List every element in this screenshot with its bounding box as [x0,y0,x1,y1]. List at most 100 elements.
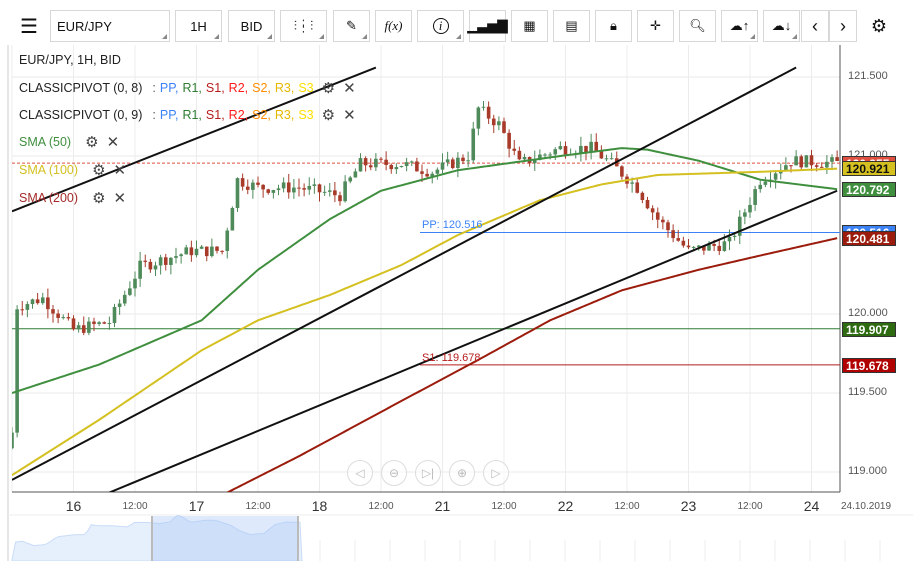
candle-body [543,154,547,156]
candle-body [676,238,681,241]
close-icon[interactable]: ✕ [343,79,356,97]
candle-body [640,192,645,201]
x-tick-label: 18 [311,498,328,514]
close-icon[interactable]: ✕ [114,161,127,179]
candle-body [379,158,383,160]
close-icon[interactable]: ✕ [107,133,120,151]
candle-body [276,188,281,191]
settings-icon[interactable]: ⚙ [322,106,335,124]
zoom-out-button[interactable]: ⊖ [381,460,407,486]
scroll-right-button[interactable]: ▷ [483,460,509,486]
candle-body [363,158,368,166]
candle-body [66,317,71,319]
x-tick-label: 21 [434,498,451,514]
settings-icon[interactable]: ⚙ [85,133,98,151]
settings-icon[interactable]: ⚙ [92,161,105,179]
y-tick-label: 119.500 [848,386,887,398]
candle-body [117,303,122,307]
candle-body [604,158,609,160]
candle-body [476,107,481,129]
candle-body [737,216,742,236]
candle-body [256,182,260,185]
pivot-part-PP: PP, [159,108,179,122]
pivot-part-R2: R2, [228,108,249,122]
pivot-legend-sep: : [152,108,156,122]
candle-body [486,106,491,119]
candle-body [374,158,378,168]
price-label: 119.678 [842,357,896,373]
candle-body [35,299,40,304]
x-tick-label: 16 [65,498,82,514]
candle-body [594,141,599,152]
skip-end-icon: ▷| [421,466,435,480]
candle-body [409,161,414,163]
candle-body [199,246,204,249]
sma-legend: SMA (50) ⚙ ✕ [19,133,119,151]
x-date-label: 24.10.2019 [840,501,892,512]
candle-body [671,230,675,239]
candle-body [599,151,604,159]
x-tick-label: 12:00 [614,501,640,512]
x-tick-label: 24 [803,498,820,514]
close-icon[interactable]: ✕ [114,189,127,207]
candle-body [404,162,409,167]
settings-icon[interactable]: ⚙ [322,79,335,97]
sma-legend-name: SMA (50) [19,135,72,149]
candle-body [348,177,353,182]
candle-body [12,432,14,449]
pivot-legend-name: CLASSICPIVOT (0, 8) [19,81,143,95]
candle-body [712,244,716,246]
zoom-in-button[interactable]: ⊕ [449,460,475,486]
candle-body [491,118,496,126]
candle-body [830,157,834,162]
pivot-part-R1: R1, [182,81,202,95]
candle-body [835,157,839,162]
candle-body [174,256,178,258]
candle-body [461,157,465,162]
candle-body [691,246,696,248]
candle-body [666,222,670,231]
candle-body [163,257,168,265]
price-label: 119.907 [842,321,896,337]
settings-icon[interactable]: ⚙ [92,189,105,207]
candle-body [15,309,19,433]
candle-body [281,182,286,189]
candle-body [20,309,25,311]
candle-body [722,241,727,251]
scroll-end-button[interactable]: ▷| [415,460,441,486]
candle-body [773,173,778,180]
sma-line-1 [12,167,838,477]
candle-body [153,265,158,270]
candle-body [681,240,686,246]
pivot-legend: CLASSICPIVOT (0, 9): PP, R1, S1, R2, S2, R3, S3… [19,106,356,124]
candle-body [169,257,173,265]
candle-body [30,299,35,305]
candle-body [138,260,142,279]
candle-body [548,154,552,156]
candle-body [819,166,824,168]
candle-body [220,250,224,252]
price-label: 120.921 [842,161,896,177]
candle-body [445,159,450,163]
candle-body [440,162,445,170]
close-icon[interactable]: ✕ [343,106,356,124]
candle-body [286,182,291,193]
chart-title: EUR/JPY, 1H, BID [19,53,121,67]
scroll-left-button[interactable]: ◁ [347,460,373,486]
candle-body [122,294,127,304]
pivot-part-PP: PP, [159,81,179,95]
candle-body [758,184,763,190]
candle-body [51,309,55,314]
candle-body [415,161,419,172]
candle-body [389,164,394,170]
candle-body [158,257,163,266]
candle-body [343,181,347,202]
candle-body [630,182,634,184]
candle-body [384,159,388,165]
sma-legend-name: SMA (100) [19,163,79,177]
candle-body [92,321,96,324]
candle-body [456,157,460,169]
candle-body [799,156,804,168]
candle-body [338,195,342,202]
sma-legend: SMA (100) ⚙ ✕ [19,161,126,179]
